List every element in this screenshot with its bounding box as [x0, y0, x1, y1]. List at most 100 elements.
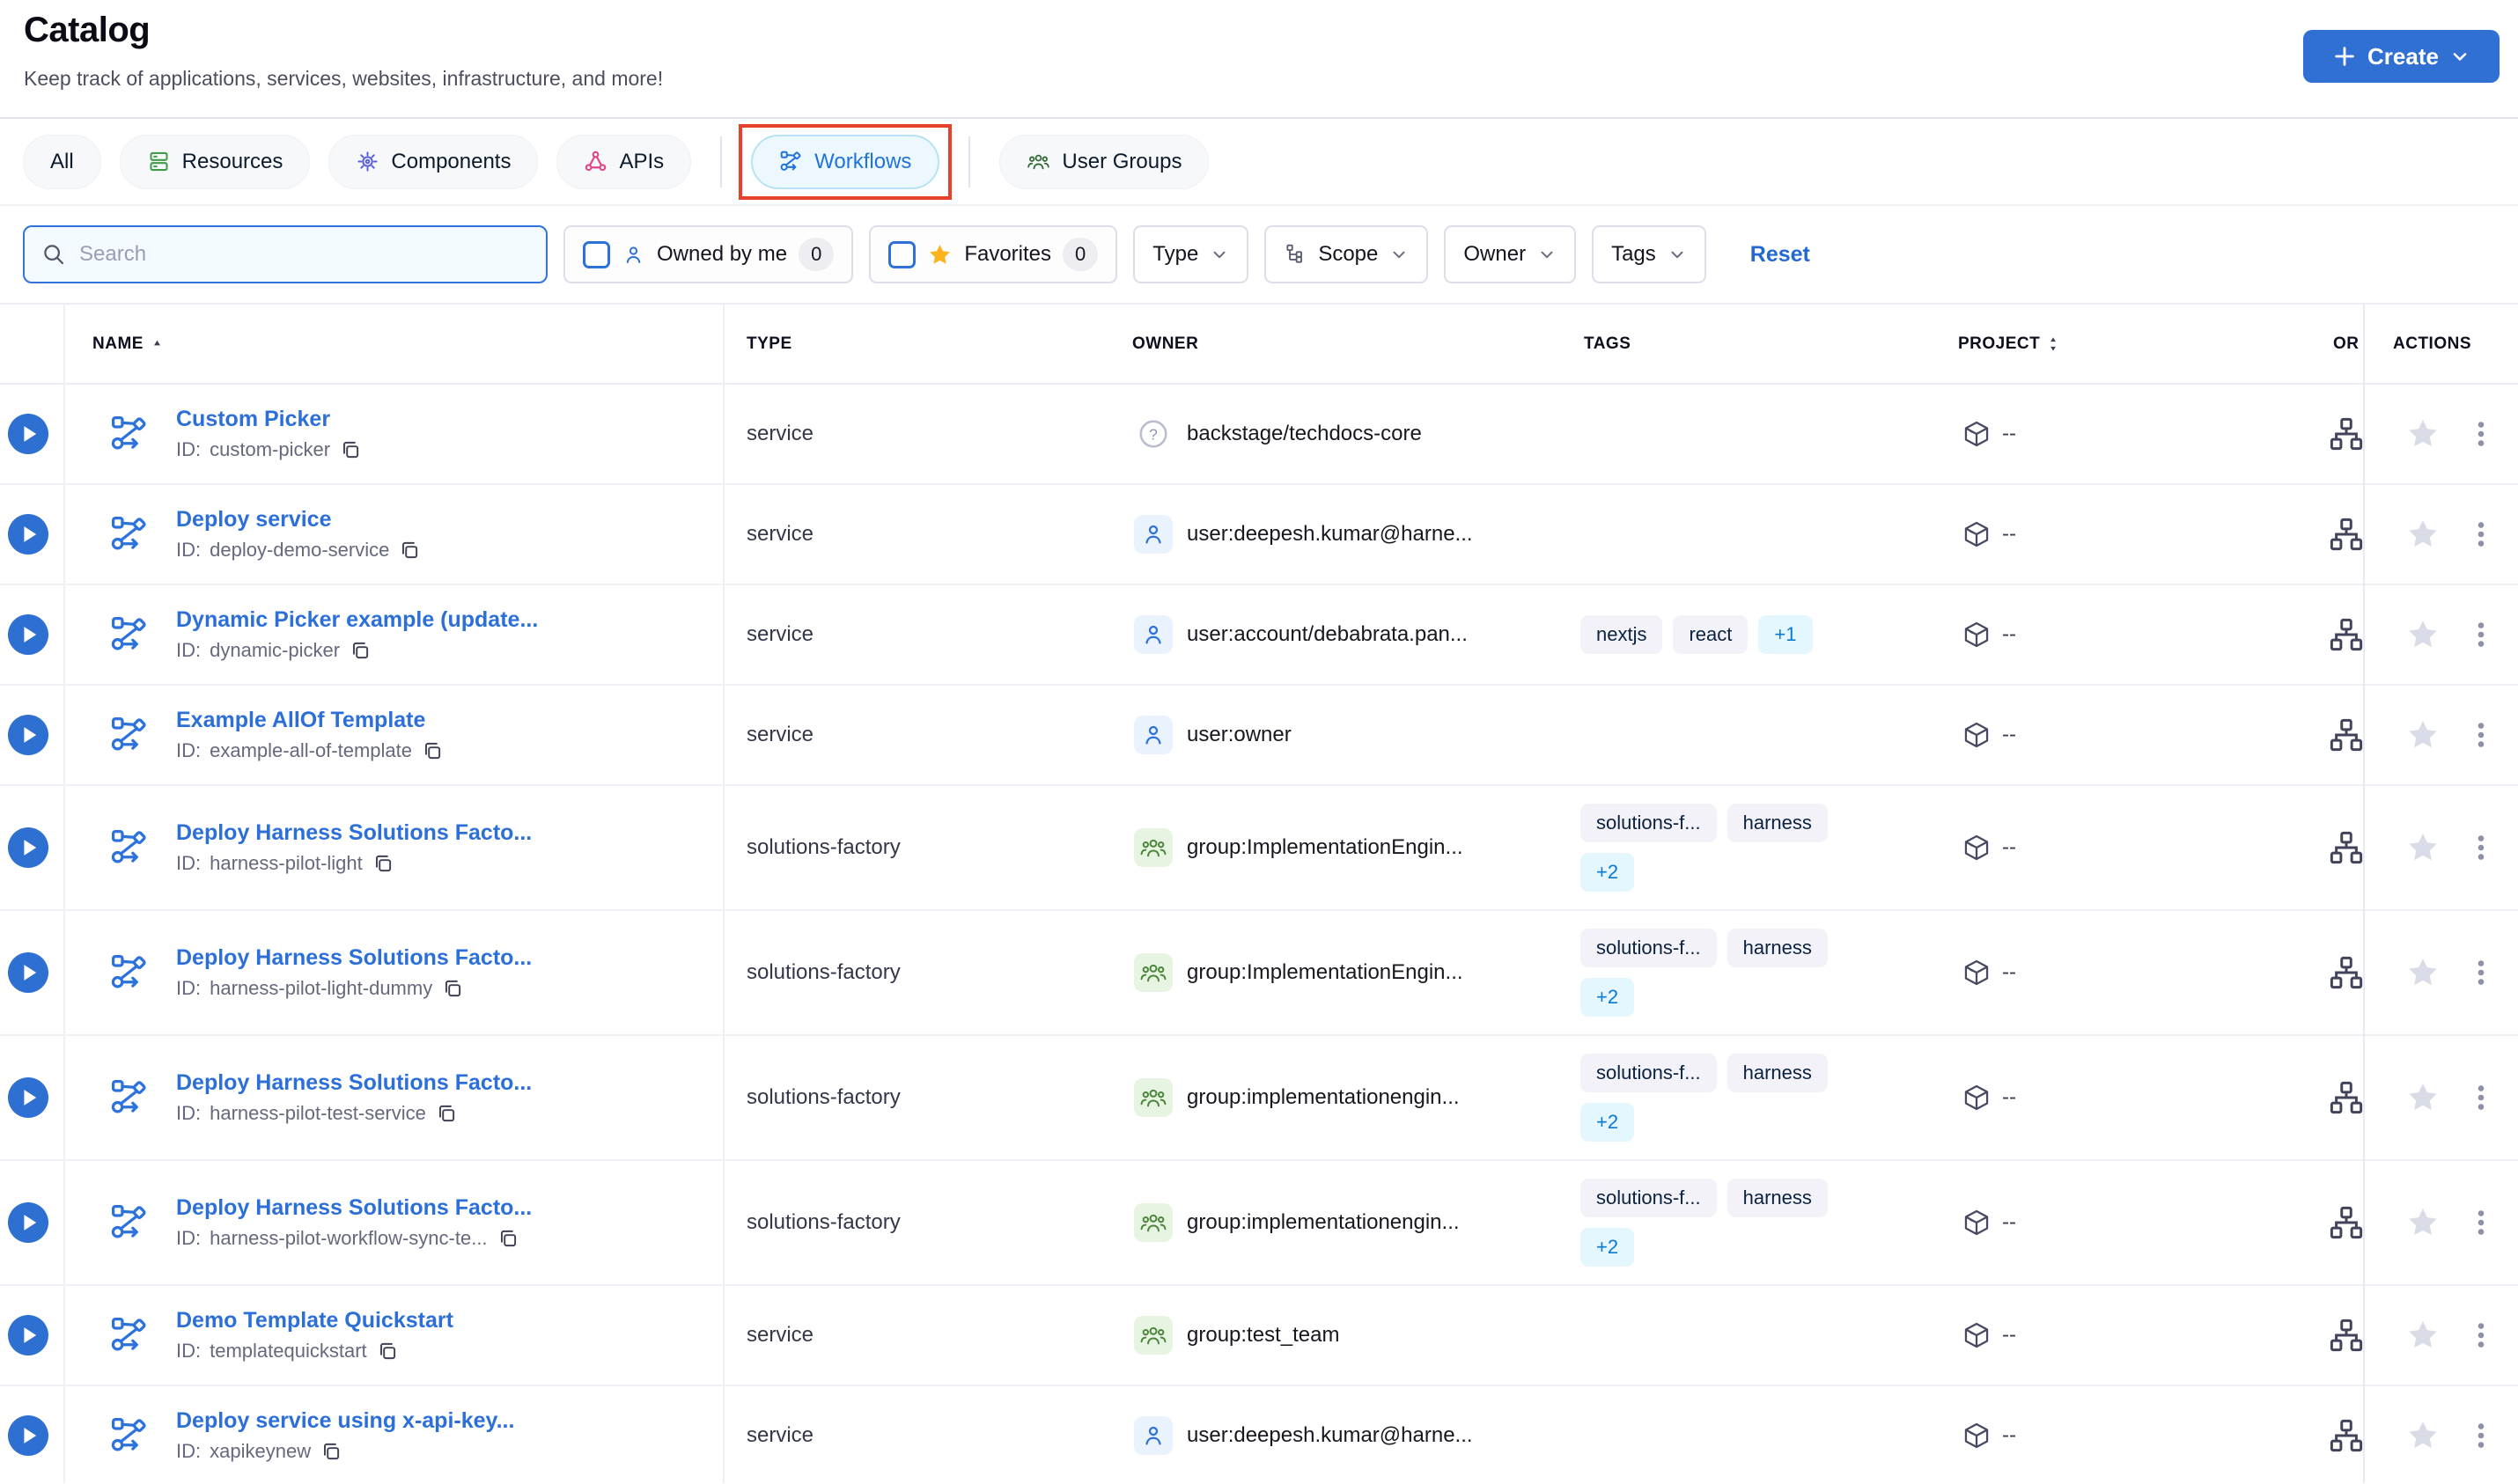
tab-resources[interactable]: Resources [119, 134, 311, 189]
copy-icon [500, 1230, 516, 1247]
table-row: Deploy Harness Solutions Facto... ID: ha… [0, 786, 2518, 911]
view-hierarchy-button[interactable] [2328, 716, 2365, 753]
view-hierarchy-button[interactable] [2328, 1204, 2365, 1241]
row-name-link[interactable]: Example AllOf Template [176, 708, 444, 733]
run-workflow-button[interactable] [8, 1315, 48, 1355]
favorite-star-button[interactable] [2405, 717, 2441, 753]
favorite-star-button[interactable] [2405, 416, 2441, 452]
table-body: Custom Picker ID: custom-picker service … [0, 385, 2518, 1484]
run-workflow-button[interactable] [8, 614, 48, 655]
copy-id-button[interactable] [349, 639, 372, 662]
tag-more-chip[interactable]: +1 [1758, 615, 1813, 654]
row-menu-button[interactable] [2465, 1319, 2497, 1351]
favorite-star-button[interactable] [2405, 617, 2441, 652]
search-input[interactable] [79, 242, 530, 267]
run-workflow-button[interactable] [8, 952, 48, 993]
tab-user-groups[interactable]: User Groups [999, 134, 1210, 189]
row-name-link[interactable]: Dynamic Picker example (update... [176, 607, 538, 633]
view-hierarchy-button[interactable] [2328, 516, 2365, 553]
copy-id-button[interactable] [339, 438, 362, 461]
tab-workflows[interactable]: Workflows [751, 134, 940, 189]
run-workflow-button[interactable] [8, 1202, 48, 1243]
filters-bar: Owned by me 0 Favorites 0 Type Scope Own… [0, 206, 2518, 305]
row-name-link[interactable]: Deploy Harness Solutions Facto... [176, 1070, 532, 1096]
owner-dropdown[interactable]: Owner [1444, 225, 1577, 283]
actions-sticky-header: ACTIONS [2365, 305, 2518, 383]
owned-by-me-checkbox[interactable] [583, 240, 610, 268]
view-hierarchy-button[interactable] [2328, 1317, 2365, 1354]
favorite-star-button[interactable] [2405, 517, 2441, 552]
row-menu-button[interactable] [2465, 619, 2497, 650]
create-button[interactable]: Create [2303, 30, 2500, 83]
view-hierarchy-button[interactable] [2328, 1079, 2365, 1116]
run-workflow-button[interactable] [8, 715, 48, 755]
column-header-type: TYPE [747, 334, 792, 354]
row-project: -- [1962, 720, 2016, 750]
favorite-star-button[interactable] [2405, 1418, 2441, 1453]
type-dropdown[interactable]: Type [1133, 225, 1249, 283]
tab-apis[interactable]: APIs [556, 134, 692, 189]
run-workflow-button[interactable] [8, 414, 48, 454]
reset-filters-button[interactable]: Reset [1750, 242, 1810, 268]
row-name-link[interactable]: Demo Template Quickstart [176, 1308, 453, 1333]
package-icon [1964, 1209, 1989, 1236]
row-menu-button[interactable] [2465, 418, 2497, 450]
favorite-star-button[interactable] [2405, 955, 2441, 990]
row-name-link[interactable]: Deploy Harness Solutions Facto... [176, 1195, 532, 1221]
tag-more-chip[interactable]: +2 [1580, 853, 1635, 892]
run-workflow-button[interactable] [8, 514, 48, 555]
row-menu-button[interactable] [2465, 957, 2497, 988]
catalog-table: NAME TYPE OWNER TAGS PROJECT OR ACTIONS [0, 305, 2518, 1483]
sort-asc-icon [154, 340, 160, 346]
row-name-link[interactable]: Deploy service [176, 507, 421, 533]
row-id-prefix: ID: [176, 1227, 202, 1249]
row-menu-button[interactable] [2465, 518, 2497, 550]
owned-by-me-filter[interactable]: Owned by me 0 [563, 225, 854, 283]
tag-more-chip[interactable]: +2 [1580, 1103, 1635, 1142]
favorite-star-button[interactable] [2405, 1205, 2441, 1240]
scope-dropdown[interactable]: Scope [1264, 225, 1429, 283]
hierarchy-icon [1286, 244, 1303, 263]
copy-icon [424, 742, 441, 760]
row-menu-button[interactable] [2465, 1420, 2497, 1451]
row-id-value: harness-pilot-test-service [210, 1102, 426, 1124]
run-workflow-button[interactable] [8, 827, 48, 868]
run-workflow-button[interactable] [8, 1415, 48, 1456]
run-workflow-button[interactable] [8, 1077, 48, 1118]
favorite-star-button[interactable] [2405, 830, 2441, 865]
column-header-project[interactable]: PROJECT [1958, 334, 2059, 354]
view-hierarchy-button[interactable] [2328, 616, 2365, 653]
view-hierarchy-button[interactable] [2328, 954, 2365, 991]
view-hierarchy-button[interactable] [2328, 415, 2365, 452]
row-name-link[interactable]: Deploy service using x-api-key... [176, 1408, 514, 1434]
copy-id-button[interactable] [435, 1102, 458, 1125]
tags-dropdown[interactable]: Tags [1592, 225, 1706, 283]
favorite-star-button[interactable] [2405, 1318, 2441, 1353]
view-hierarchy-button[interactable] [2328, 1417, 2365, 1454]
copy-id-button[interactable] [376, 1340, 399, 1363]
row-menu-button[interactable] [2465, 1082, 2497, 1113]
row-menu-button[interactable] [2465, 832, 2497, 863]
tab-components[interactable]: Components [328, 134, 539, 189]
copy-id-button[interactable] [372, 852, 394, 875]
copy-id-button[interactable] [441, 977, 464, 1000]
svg-text:?: ? [1149, 425, 1158, 443]
row-name-link[interactable]: Deploy Harness Solutions Facto... [176, 945, 532, 971]
row-menu-button[interactable] [2465, 1207, 2497, 1238]
row-name-link[interactable]: Custom Picker [176, 407, 362, 432]
tag-more-chip[interactable]: +2 [1580, 978, 1635, 1017]
view-hierarchy-button[interactable] [2328, 829, 2365, 866]
favorite-star-button[interactable] [2405, 1080, 2441, 1115]
column-header-name[interactable]: NAME [92, 334, 164, 354]
tab-all[interactable]: All [23, 134, 101, 189]
copy-id-button[interactable] [320, 1440, 342, 1463]
copy-id-button[interactable] [421, 739, 444, 762]
favorites-checkbox[interactable] [888, 240, 917, 268]
copy-id-button[interactable] [398, 539, 421, 562]
copy-id-button[interactable] [497, 1227, 519, 1250]
tag-more-chip[interactable]: +2 [1580, 1228, 1635, 1267]
kebab-menu-icon [2478, 1323, 2485, 1348]
favorites-filter[interactable]: Favorites 0 [869, 225, 1118, 283]
row-menu-button[interactable] [2465, 719, 2497, 751]
row-name-link[interactable]: Deploy Harness Solutions Facto... [176, 820, 532, 846]
